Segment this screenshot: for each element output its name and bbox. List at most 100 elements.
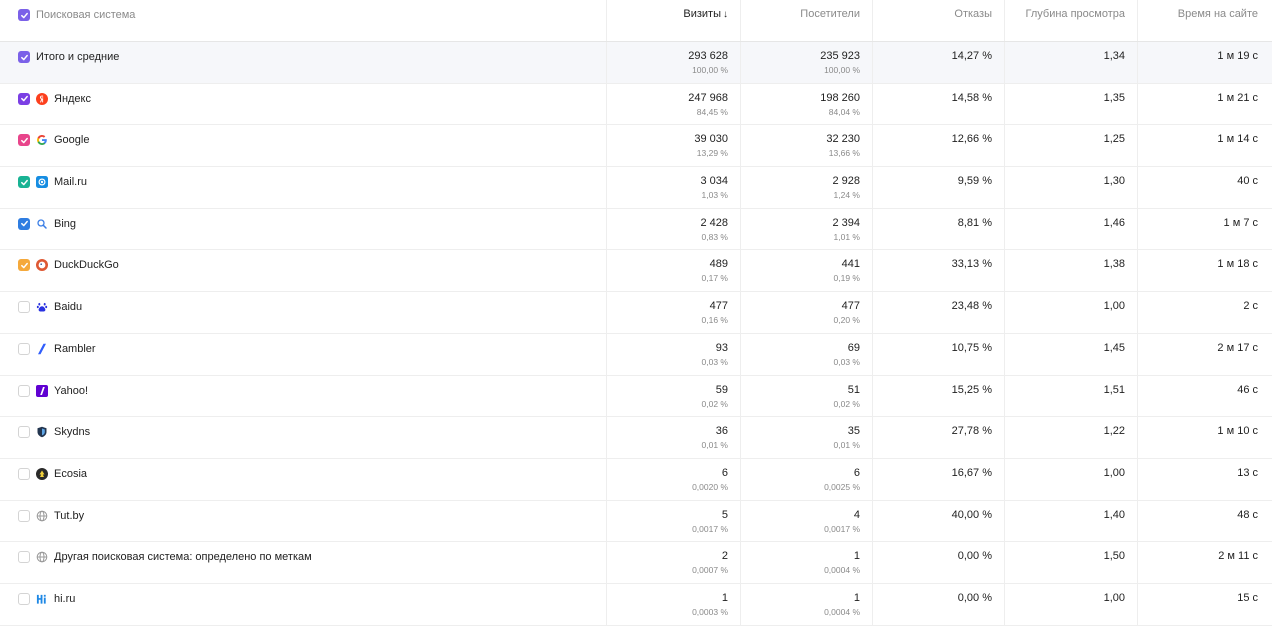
- row-checkbox[interactable]: [18, 92, 30, 105]
- row-depth-cell: 1,22: [1004, 417, 1137, 458]
- table-row[interactable]: hi.ru 1 0,0003 % 1 0,0004 % 0,00 % 1,00 …: [0, 583, 1272, 626]
- row-visitors-pct: 0,20 %: [833, 315, 860, 326]
- table-row[interactable]: Яндекс 247 968 84,45 % 198 260 84,04 % 1…: [0, 83, 1272, 126]
- row-time-cell: 46 с: [1137, 375, 1272, 417]
- row-visitors: 2 394: [832, 216, 860, 229]
- row-visitors-pct: 0,02 %: [833, 398, 860, 409]
- row-bounce-cell: 27,78 %: [872, 417, 1004, 458]
- table-header-row: Поисковая система Визиты ↓ Посетители Отк…: [0, 0, 1272, 42]
- row-time-cell: 1 м 19 с: [1137, 42, 1272, 83]
- row-visits-pct: 0,02 %: [701, 398, 728, 409]
- row-checkbox[interactable]: [18, 51, 30, 63]
- row-bounce: 0,00 %: [957, 550, 992, 563]
- header-bounce[interactable]: Отказы: [872, 0, 1004, 41]
- row-name[interactable]: Ecosia: [54, 467, 87, 481]
- row-checkbox[interactable]: [18, 134, 30, 147]
- row-time: 1 м 18 с: [1217, 258, 1258, 271]
- table-row[interactable]: Другая поисковая система: определено по …: [0, 542, 1272, 584]
- row-name[interactable]: Яндекс: [54, 92, 91, 106]
- row-checkbox[interactable]: [18, 301, 30, 314]
- table-row[interactable]: Tut.by 5 0,0017 % 4 0,0017 % 40,00 % 1,4…: [0, 500, 1272, 543]
- row-checkbox[interactable]: [18, 176, 30, 189]
- totals-row[interactable]: Итого и средние 293 628 100,00 % 235 923…: [0, 42, 1272, 84]
- row-visits-cell: 2 428 0,83 %: [606, 208, 740, 250]
- row-checkbox[interactable]: [18, 551, 30, 564]
- row-name[interactable]: hi.ru: [54, 592, 75, 606]
- row-checkbox[interactable]: [18, 426, 30, 439]
- row-visits-cell: 489 0,17 %: [606, 250, 740, 292]
- row-visitors: 1: [853, 591, 860, 604]
- row-bounce-cell: 14,27 %: [872, 42, 1004, 83]
- row-name[interactable]: Итого и средние: [36, 50, 119, 64]
- row-name[interactable]: Rambler: [54, 342, 96, 356]
- row-checkbox[interactable]: [18, 467, 30, 480]
- table-row[interactable]: DuckDuckGo 489 0,17 % 441 0,19 % 33,13 %…: [0, 250, 1272, 293]
- header-time[interactable]: Время на сайте: [1137, 0, 1272, 41]
- row-depth-cell: 1,34: [1004, 42, 1137, 83]
- row-visitors-pct: 0,19 %: [833, 273, 860, 284]
- table-row[interactable]: Skydns 36 0,01 % 35 0,01 % 27,78 % 1,22 …: [0, 417, 1272, 459]
- row-name[interactable]: Yahoo!: [54, 384, 88, 398]
- row-visits-cell: 39 030 13,29 %: [606, 125, 740, 167]
- row-checkbox[interactable]: [18, 259, 30, 272]
- row-name-cell: Другая поисковая система: определено по …: [0, 542, 606, 583]
- row-name-cell: Tut.by: [0, 501, 606, 542]
- row-bounce: 14,58 %: [951, 91, 992, 104]
- row-checkbox[interactable]: [18, 384, 30, 397]
- row-visits: 477: [709, 300, 728, 313]
- row-depth-cell: 1,50: [1004, 542, 1137, 583]
- row-checkbox[interactable]: [18, 342, 30, 355]
- row-bounce: 23,48 %: [951, 300, 992, 313]
- header-visitors-label: Посетители: [800, 8, 860, 20]
- header-visitors[interactable]: Посетители: [740, 0, 872, 41]
- row-visits: 93: [715, 341, 728, 354]
- row-name[interactable]: Baidu: [54, 300, 82, 314]
- row-name[interactable]: Mail.ru: [54, 175, 87, 189]
- row-depth-cell: 1,00: [1004, 583, 1137, 625]
- row-time: 15 с: [1237, 591, 1258, 604]
- row-name[interactable]: Google: [54, 133, 89, 147]
- row-name[interactable]: Skydns: [54, 425, 90, 439]
- row-time-cell: 13 с: [1137, 458, 1272, 500]
- row-name[interactable]: DuckDuckGo: [54, 258, 119, 272]
- row-visits-pct: 84,45 %: [696, 106, 728, 117]
- row-time: 2 м 11 с: [1218, 550, 1258, 563]
- row-checkbox[interactable]: [18, 217, 30, 230]
- row-name-cell: Google: [0, 125, 606, 166]
- row-visitors: 51: [847, 383, 860, 396]
- row-checkbox[interactable]: [18, 592, 30, 605]
- google-icon: [36, 134, 48, 146]
- row-visits-pct: 0,0007 %: [692, 565, 728, 576]
- table-row[interactable]: Yahoo! 59 0,02 % 51 0,02 % 15,25 % 1,51 …: [0, 375, 1272, 418]
- row-checkbox[interactable]: [18, 509, 30, 522]
- row-name-cell: Ecosia: [0, 459, 606, 500]
- row-name[interactable]: Другая поисковая система: определено по …: [54, 550, 312, 564]
- row-name[interactable]: Tut.by: [54, 509, 84, 523]
- header-search-engine[interactable]: Поисковая система: [36, 8, 135, 22]
- row-time: 2 с: [1243, 300, 1258, 313]
- table-row[interactable]: Google 39 030 13,29 % 32 230 13,66 % 12,…: [0, 125, 1272, 168]
- header-depth[interactable]: Глубина просмотра: [1004, 0, 1137, 41]
- header-visits[interactable]: Визиты ↓: [606, 0, 740, 41]
- row-depth: 1,51: [1103, 383, 1125, 396]
- table-row[interactable]: Mail.ru 3 034 1,03 % 2 928 1,24 % 9,59 %…: [0, 167, 1272, 209]
- row-name[interactable]: Bing: [54, 217, 76, 231]
- row-time: 40 с: [1237, 175, 1258, 188]
- globe-icon: [36, 551, 48, 563]
- row-visits-cell: 5 0,0017 %: [606, 500, 740, 542]
- select-all-checkbox[interactable]: [18, 9, 30, 21]
- table-row[interactable]: Ecosia 6 0,0020 % 6 0,0025 % 16,67 % 1,0…: [0, 458, 1272, 501]
- table-row[interactable]: Rambler 93 0,03 % 69 0,03 % 10,75 % 1,45…: [0, 333, 1272, 376]
- row-depth: 1,50: [1103, 550, 1125, 563]
- table-row[interactable]: Bing 2 428 0,83 % 2 394 1,01 % 8,81 % 1,…: [0, 208, 1272, 251]
- row-bounce-cell: 10,75 %: [872, 333, 1004, 375]
- header-visits-label: Визиты: [683, 8, 721, 20]
- row-time-cell: 1 м 10 с: [1137, 417, 1272, 458]
- row-name-cell: hi.ru: [0, 584, 606, 625]
- row-visits: 3 034: [700, 175, 728, 188]
- row-visits-pct: 0,17 %: [701, 273, 728, 284]
- table-row[interactable]: Baidu 477 0,16 % 477 0,20 % 23,48 % 1,00…: [0, 292, 1272, 334]
- row-time-cell: 15 с: [1137, 583, 1272, 625]
- row-name-cell: Bing: [0, 209, 606, 250]
- row-time-cell: 1 м 18 с: [1137, 250, 1272, 292]
